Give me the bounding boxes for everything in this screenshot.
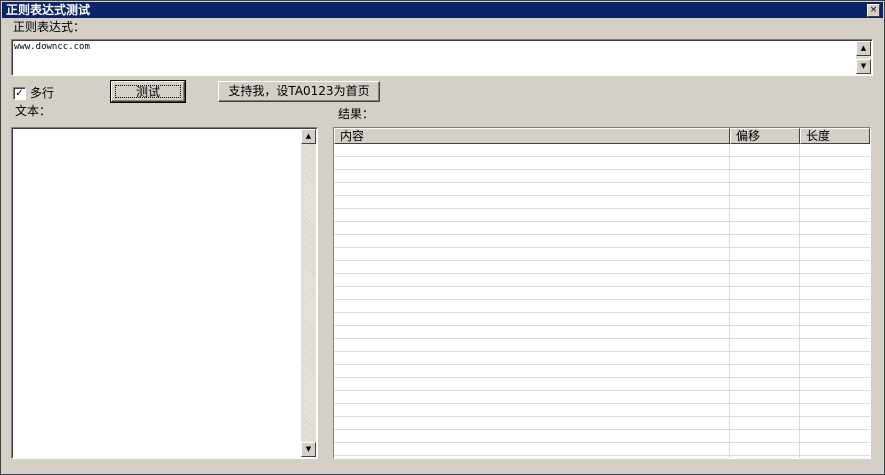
results-label: 结果： [338,107,375,121]
scroll-down-icon[interactable]: ▼ [301,442,316,457]
window-title: 正则表达式测试 [6,3,91,17]
table-row [334,222,870,235]
support-button[interactable]: 支持我，设TA0123为首页 [218,81,380,102]
table-row [334,196,870,209]
table-row [334,365,870,378]
table-row [334,326,870,339]
multiline-label[interactable]: 多行 [30,86,54,100]
table-row [334,352,870,365]
table-row [334,261,870,274]
table-row [334,339,870,352]
results-header: 内容 偏移 长度 [334,128,870,144]
table-row [334,235,870,248]
text-input-scrollbar[interactable]: ▲ ▼ [301,129,316,457]
table-row [334,183,870,196]
text-label: 文本： [15,104,52,118]
table-row [334,287,870,300]
column-header-offset[interactable]: 偏移 [730,128,800,144]
scroll-down-icon[interactable]: ▼ [856,59,871,74]
table-row [334,144,870,157]
text-input[interactable]: ▲ ▼ [11,127,318,459]
table-row [334,391,870,404]
title-bar[interactable]: 正则表达式测试 × [2,2,883,18]
table-row [334,430,870,443]
results-body[interactable] [334,144,870,458]
table-row [334,170,870,183]
table-row [334,378,870,391]
table-row [334,300,870,313]
scroll-up-icon[interactable]: ▲ [301,129,316,144]
column-header-length[interactable]: 长度 [800,128,870,144]
regex-input-value: www.downcc.com [14,42,90,52]
regex-test-window: 正则表达式测试 × 正则表达式： www.downcc.com ▲ ▼ ✓ 多行… [0,0,885,475]
table-row [334,274,870,287]
table-row [334,248,870,261]
table-row [334,417,870,430]
test-button[interactable]: 测试 [110,80,186,103]
table-row [334,209,870,222]
table-row [334,157,870,170]
regex-input[interactable]: www.downcc.com ▲ ▼ [11,39,873,76]
regex-label: 正则表达式： [13,20,86,34]
results-listview[interactable]: 内容 偏移 长度 [333,127,871,459]
close-icon[interactable]: × [867,4,880,17]
regex-input-scrollbar[interactable]: ▲ ▼ [856,41,871,74]
scroll-up-icon[interactable]: ▲ [856,41,871,56]
table-row [334,443,870,456]
multiline-checkbox[interactable]: ✓ [13,87,26,100]
table-row [334,313,870,326]
table-row [334,404,870,417]
test-button-label: 测试 [115,85,181,98]
column-header-content[interactable]: 内容 [334,128,730,144]
